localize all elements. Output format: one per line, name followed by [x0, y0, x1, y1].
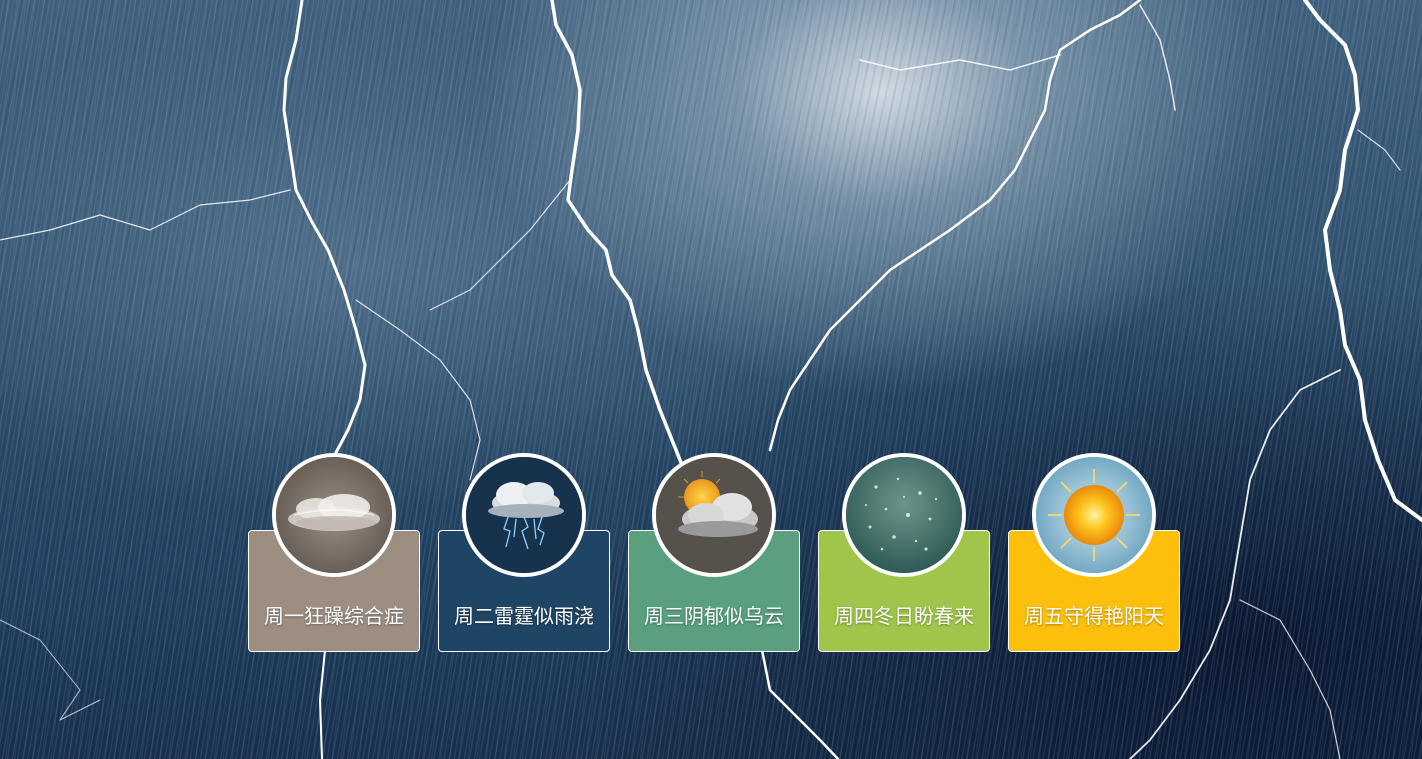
card-label: 周四冬日盼春来 [834, 604, 974, 628]
storm-background: 周一狂躁综合症 周二雷霆似雨浇 周三阴郁似乌云 周四冬日盼春来 周五守得艳阳天 [0, 0, 1422, 759]
card-thursday[interactable]: 周四冬日盼春来 [818, 453, 990, 652]
thunderstorm-icon [462, 453, 586, 577]
card-monday[interactable]: 周一狂躁综合症 [248, 453, 420, 652]
card-label: 周三阴郁似乌云 [644, 604, 784, 628]
sunny-icon [1032, 453, 1156, 577]
partly-cloudy-icon [652, 453, 776, 577]
snow-icon [842, 453, 966, 577]
card-wednesday[interactable]: 周三阴郁似乌云 [628, 453, 800, 652]
card-tuesday[interactable]: 周二雷霆似雨浇 [438, 453, 610, 652]
card-friday[interactable]: 周五守得艳阳天 [1008, 453, 1180, 652]
weekday-weather-cards: 周一狂躁综合症 周二雷霆似雨浇 周三阴郁似乌云 周四冬日盼春来 周五守得艳阳天 [248, 452, 1183, 654]
card-label: 周二雷霆似雨浇 [454, 604, 594, 628]
overcast-cloud-icon [272, 453, 396, 577]
card-label: 周一狂躁综合症 [264, 604, 404, 628]
card-label: 周五守得艳阳天 [1024, 604, 1164, 628]
